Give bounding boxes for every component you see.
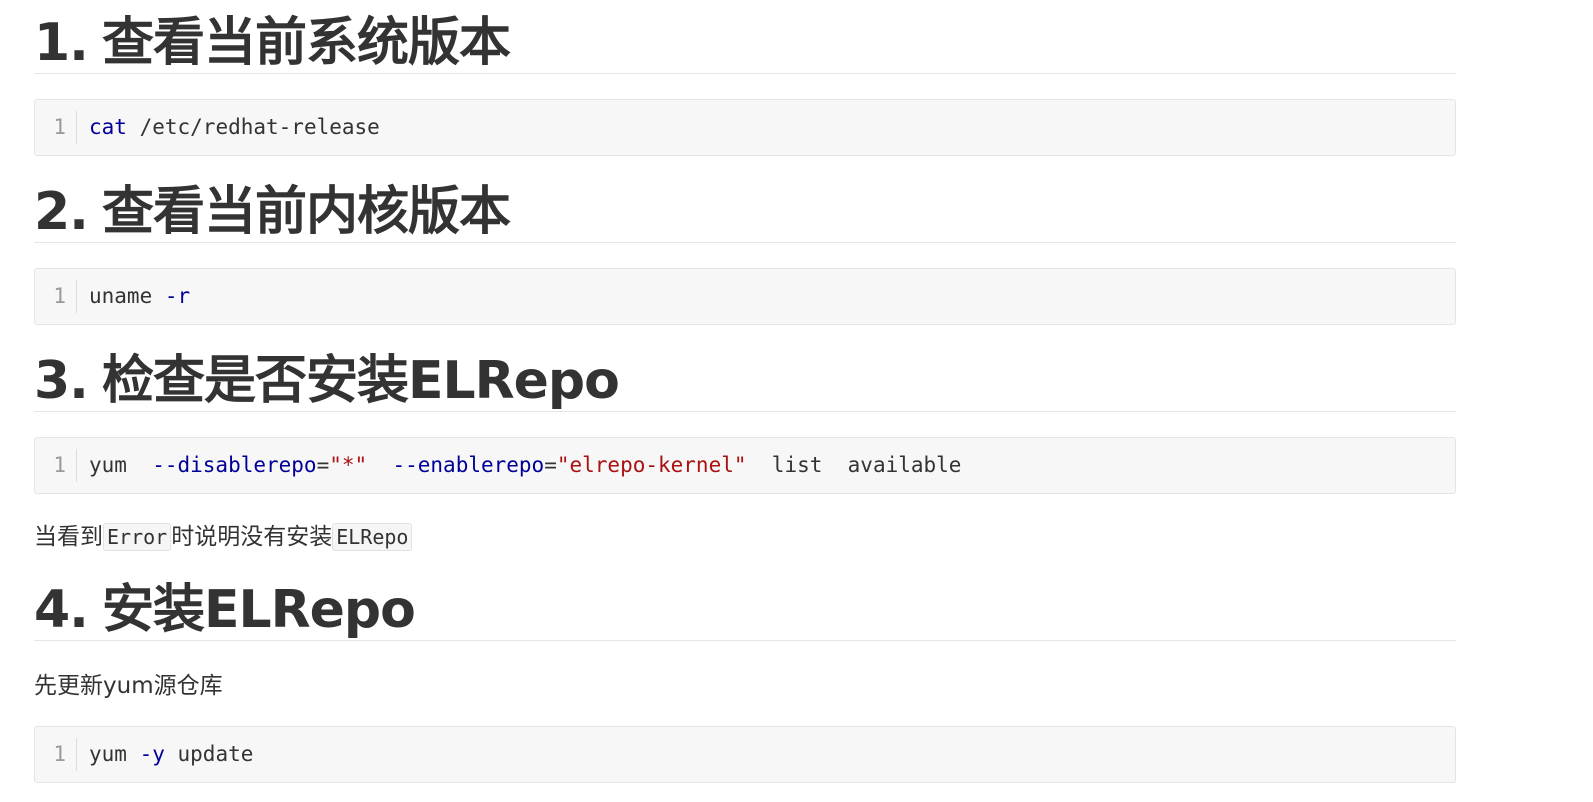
heading-section-2: 2. 查看当前内核版本 (34, 179, 1456, 243)
code-token-plain: list available (746, 453, 962, 477)
heading-title: 检查是否安装ELRepo (101, 351, 620, 411)
line-number: 1 (35, 280, 77, 313)
note-paragraph: 当看到 Error 时说明没有安装 ELRepo (34, 520, 413, 554)
line-number: 1 (35, 738, 77, 771)
code-token-plain: yum (89, 742, 140, 766)
note-text-before: 当看到 (34, 524, 103, 550)
heading-section-4: 4. 安装ELRepo (34, 577, 1456, 641)
code-block-4[interactable]: 1 yum -y update (34, 726, 1456, 783)
heading-number: 4. (34, 580, 89, 640)
heading-title: 查看当前系统版本 (101, 13, 511, 73)
line-number: 1 (35, 111, 77, 144)
code-line[interactable]: yum --disablerepo="*" --enablerepo="elre… (77, 449, 961, 482)
code-token-kw: cat (89, 115, 127, 139)
heading-number: 1. (34, 13, 89, 73)
code-token-plain: yum (89, 453, 153, 477)
line-number: 1 (35, 449, 77, 482)
inline-code-elrepo: ELRepo (332, 523, 413, 551)
code-token-kw: --enablerepo (392, 453, 545, 477)
code-token-str: "elrepo-kernel" (556, 453, 747, 477)
code-block-2[interactable]: 1 uname -r (34, 268, 1456, 325)
code-token-kw: --disablerepo (152, 453, 317, 477)
code-token-kw: -y (139, 742, 165, 766)
heading-title: 安装ELRepo (101, 580, 416, 640)
heading-title: 查看当前内核版本 (101, 182, 511, 242)
note-text-middle: 时说明没有安装 (171, 524, 333, 550)
code-line[interactable]: yum -y update (77, 738, 253, 771)
code-token-plain: /etc/redhat-release (126, 115, 380, 139)
heading-number: 3. (34, 351, 89, 411)
code-token-op: = (544, 453, 557, 477)
heading-section-3: 3. 检查是否安装ELRepo (34, 348, 1456, 412)
code-token-plain: update (164, 742, 254, 766)
code-block-1[interactable]: 1 cat /etc/redhat-release (34, 99, 1456, 156)
code-line[interactable]: uname -r (77, 280, 190, 313)
code-token-plain: uname (89, 284, 165, 308)
code-token-op: = (316, 453, 330, 477)
inline-code-error: Error (103, 523, 172, 551)
code-block-3[interactable]: 1 yum --disablerepo="*" --enablerepo="el… (34, 437, 1456, 494)
intro-paragraph: 先更新yum源仓库 (34, 673, 223, 699)
heading-number: 2. (34, 182, 89, 242)
code-token-kw: -r (164, 284, 191, 308)
heading-section-1: 1. 查看当前系统版本 (34, 10, 1456, 74)
code-token-str: "*" (329, 453, 368, 477)
code-line[interactable]: cat /etc/redhat-release (77, 111, 380, 144)
